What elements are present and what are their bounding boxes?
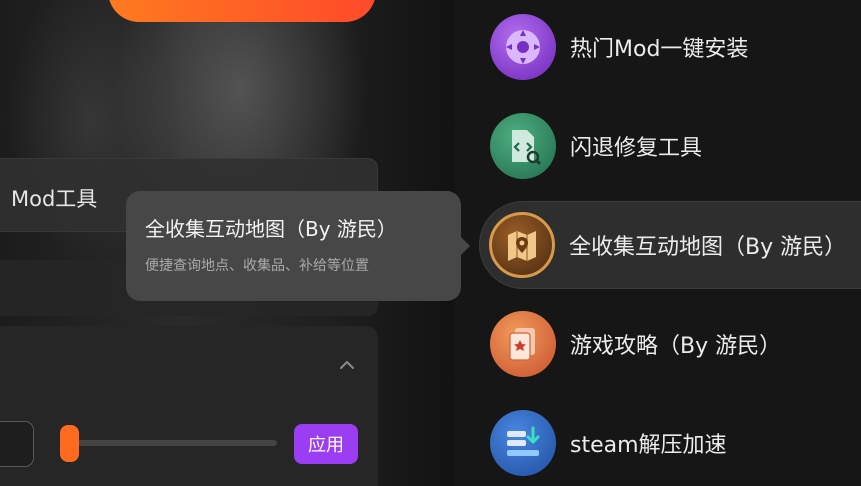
menu-item-label: steam解压加速 [570, 433, 727, 458]
launch-button[interactable] [108, 0, 376, 22]
menu-item-label: 闪退修复工具 [570, 136, 703, 161]
mod-tool-label: Mod工具 [11, 187, 98, 211]
tooltip: 全收集互动地图（By 游民） 便捷查询地点、收集品、补给等位置 [126, 191, 470, 301]
menu-item-game-guide[interactable]: 游戏攻略（By 游民） [481, 300, 861, 388]
menu-item-label: 全收集互动地图（By 游民） [569, 235, 847, 260]
tool-menu: 热门Mod一键安装 闪退修复工具 全收集互动地图（By 游民） 游戏攻略（By … [455, 0, 861, 486]
tooltip-description: 便捷查询地点、收集品、补给等位置 [145, 258, 369, 274]
menu-item-crash-fix[interactable]: 闪退修复工具 [481, 102, 861, 190]
menu-item-interactive-map[interactable]: 全收集互动地图（By 游民） [479, 201, 861, 289]
unzip-speed-icon [490, 410, 556, 476]
guide-cards-icon [490, 311, 556, 377]
menu-item-label: 热门Mod一键安装 [570, 37, 749, 62]
menu-item-mod-install[interactable]: 热门Mod一键安装 [481, 3, 861, 91]
slider-track[interactable] [64, 440, 277, 446]
chevron-up-icon[interactable] [338, 356, 356, 374]
menu-item-steam-unzip[interactable]: steam解压加速 [481, 399, 861, 486]
map-icon [489, 212, 555, 278]
tooltip-title: 全收集互动地图（By 游民） [145, 217, 397, 241]
value-input[interactable] [0, 421, 34, 467]
menu-item-label: 游戏攻略（By 游民） [570, 334, 782, 359]
mod-install-icon [490, 14, 556, 80]
apply-button[interactable]: 应用 [294, 424, 358, 464]
slider-thumb[interactable] [60, 425, 79, 462]
crash-fix-icon [490, 113, 556, 179]
